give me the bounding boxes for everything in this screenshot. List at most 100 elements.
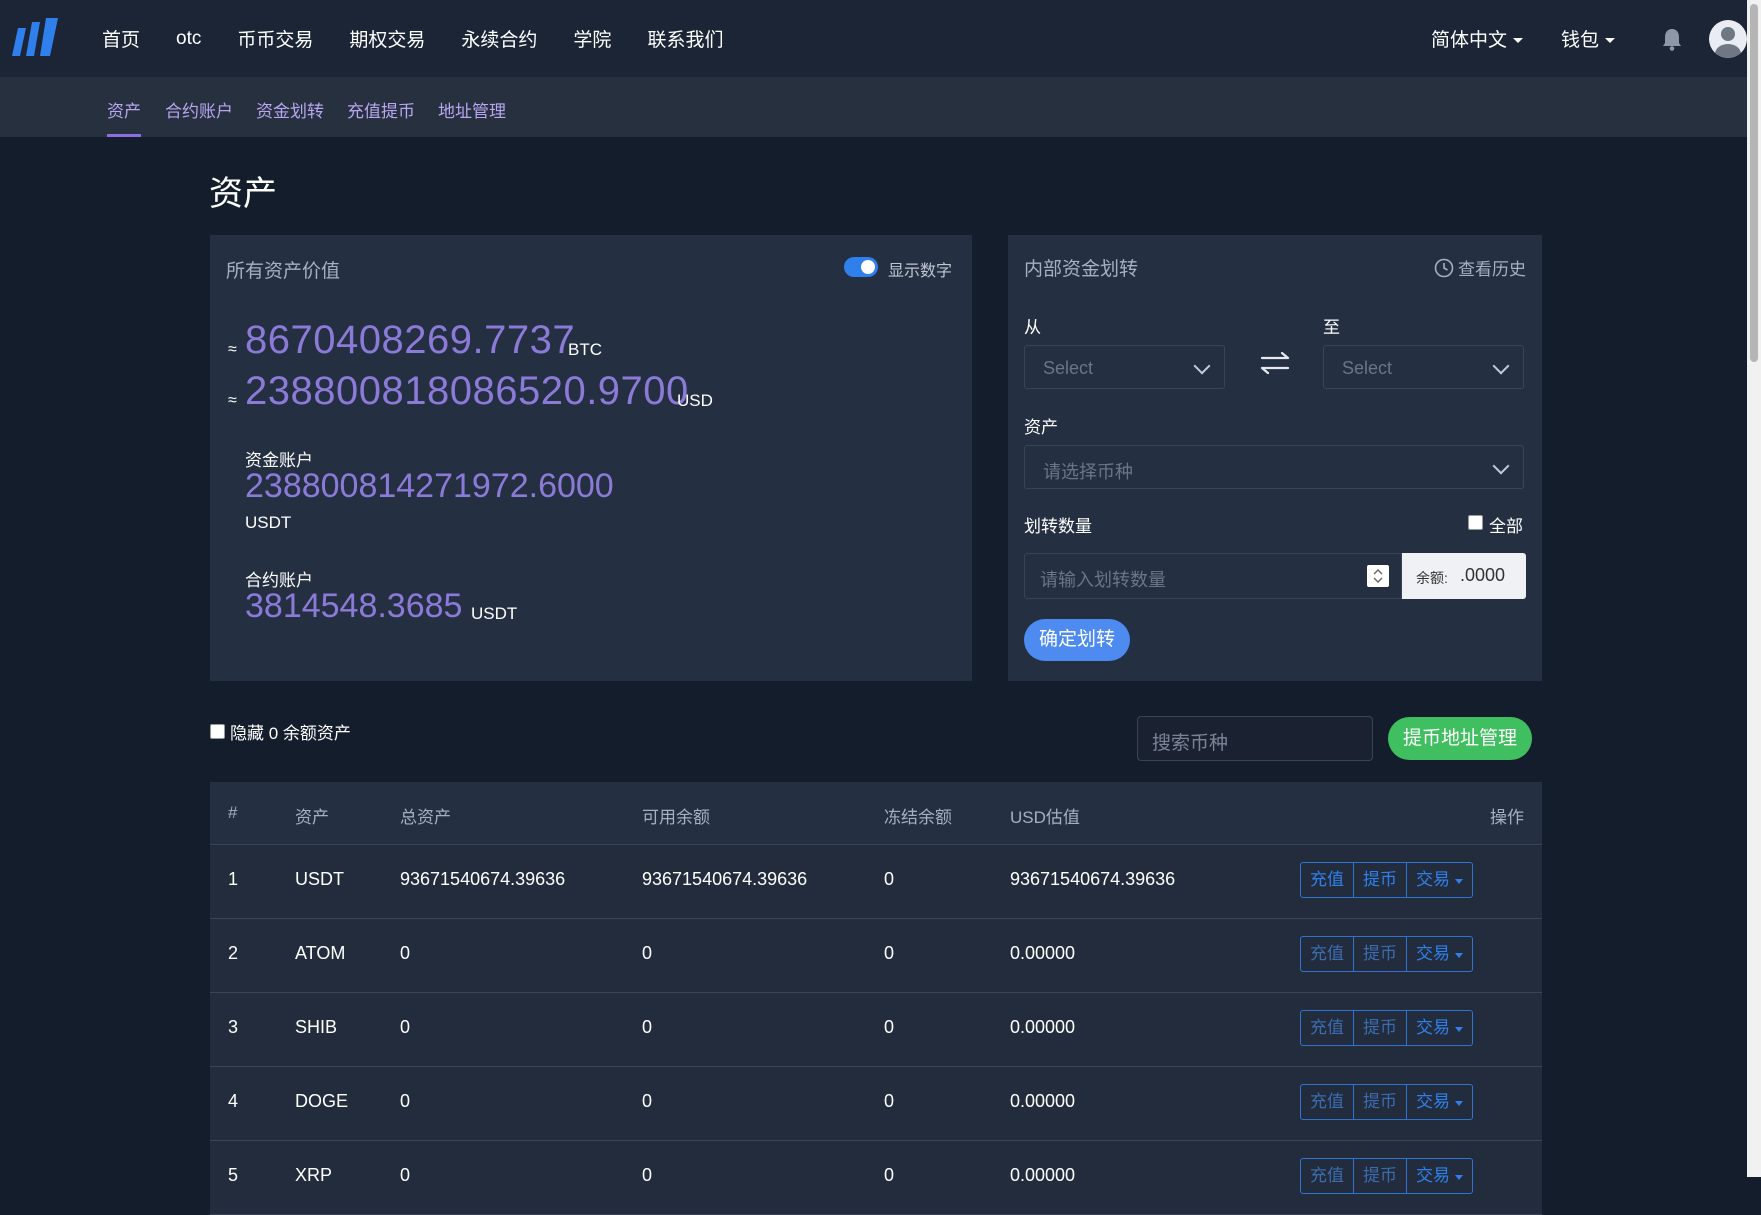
view-history-link[interactable]: 查看历史	[1434, 255, 1526, 280]
language-label: 简体中文	[1430, 30, 1507, 51]
row-actions: 充值 提币 交易	[1300, 1010, 1473, 1046]
approx-symbol: ≈	[228, 392, 237, 409]
row-index: 2	[228, 943, 239, 963]
deposit-button[interactable]: 充值	[1300, 862, 1354, 898]
assets-panel-title: 所有资产价值	[226, 261, 341, 282]
contract-account-unit: USDT	[471, 604, 518, 623]
swap-arrows-icon[interactable]	[1258, 350, 1292, 376]
nav-perpetual[interactable]: 永续合约	[461, 25, 537, 52]
asset-select[interactable]: 请选择币种	[1024, 445, 1524, 489]
balance-label: 余额:	[1416, 570, 1448, 586]
trade-dropdown-button[interactable]: 交易	[1407, 862, 1473, 898]
trade-dropdown-button[interactable]: 交易	[1407, 936, 1473, 972]
internal-transfer-panel: 内部资金划转 查看历史 从 至 Select Select 资产 请选择币种 划…	[1008, 235, 1542, 681]
deposit-button[interactable]: 充值	[1300, 1010, 1354, 1046]
row-frozen: 0	[884, 943, 895, 963]
row-available: 93671540674.39636	[642, 869, 808, 889]
caret-down-icon	[1455, 953, 1463, 958]
row-available: 0	[642, 1017, 653, 1037]
row-index: 4	[228, 1091, 239, 1111]
table-row: 3 SHIB 0 0 0 0.00000 充值 提币 交易	[210, 993, 1542, 1067]
number-stepper-icon[interactable]	[1367, 565, 1389, 587]
row-usd: 0.00000	[1010, 1017, 1076, 1037]
avatar-icon[interactable]	[1709, 19, 1747, 58]
caret-down-icon	[1455, 1175, 1463, 1180]
row-index: 5	[228, 1165, 239, 1185]
row-asset: USDT	[295, 869, 344, 889]
row-asset: SHIB	[295, 1017, 338, 1037]
wallet-label: 钱包	[1560, 30, 1599, 51]
asset-label: 资产	[1024, 418, 1058, 437]
from-select-placeholder: Select	[1043, 358, 1094, 378]
logo-icon[interactable]	[12, 18, 58, 56]
withdraw-button[interactable]: 提币	[1354, 1084, 1407, 1120]
trade-dropdown-button[interactable]: 交易	[1407, 1084, 1473, 1120]
language-dropdown[interactable]: 简体中文	[1431, 25, 1523, 52]
deposit-button[interactable]: 充值	[1300, 1084, 1354, 1120]
assets-value-panel: 所有资产价值 显示数字 ≈ 8670408269.7737 BTC ≈ 2388…	[210, 235, 972, 681]
chevron-down-icon	[1193, 357, 1211, 375]
top-navbar: 首页 otc 币币交易 期权交易 永续合约 学院 联系我们 简体中文 钱包	[0, 0, 1761, 77]
row-available: 0	[642, 1165, 653, 1185]
wallet-dropdown[interactable]: 钱包	[1561, 25, 1615, 52]
row-frozen: 0	[884, 1165, 895, 1185]
nav-spot-trading[interactable]: 币币交易	[237, 25, 313, 52]
to-label: 至	[1323, 318, 1340, 337]
withdraw-button[interactable]: 提币	[1354, 1158, 1407, 1194]
row-actions: 充值 提币 交易	[1300, 936, 1473, 972]
usd-unit: USD	[677, 391, 713, 410]
trade-dropdown-button[interactable]: 交易	[1407, 1158, 1473, 1194]
scrollbar-thumb[interactable]	[1750, 4, 1758, 362]
header-actions: 操作	[1490, 808, 1524, 827]
hide-zero-checkbox[interactable]	[210, 724, 225, 739]
balance-display: 余额: .0000	[1402, 553, 1526, 599]
tab-assets[interactable]: 资产	[107, 97, 141, 122]
row-asset: XRP	[295, 1165, 333, 1185]
row-frozen: 0	[884, 869, 895, 889]
row-available: 0	[642, 943, 653, 963]
tab-fund-transfer[interactable]: 资金划转	[256, 97, 324, 122]
withdraw-address-management-button[interactable]: 提币地址管理	[1388, 717, 1532, 760]
caret-down-icon	[1512, 37, 1523, 43]
nav-contact[interactable]: 联系我们	[647, 25, 723, 52]
hide-zero-balance-filter[interactable]: 隐藏 0 余额资产	[210, 719, 351, 744]
assets-table: # 资产 总资产 可用余额 冻结余额 USD估值 操作 1 USDT 93671…	[210, 782, 1542, 1215]
usd-total-value: 238800818086520.9700	[245, 369, 689, 413]
withdraw-button[interactable]: 提币	[1354, 936, 1407, 972]
withdraw-button[interactable]: 提币	[1354, 1010, 1407, 1046]
nav-academy[interactable]: 学院	[573, 25, 611, 52]
coin-search-input[interactable]: 搜索币种	[1137, 716, 1373, 761]
fund-account-value: 238800814271972.6000	[245, 467, 614, 505]
chevron-down-icon	[1492, 357, 1510, 375]
from-account-select[interactable]: Select	[1024, 345, 1225, 389]
trade-dropdown-button[interactable]: 交易	[1407, 1010, 1473, 1046]
transfer-panel-title: 内部资金划转	[1024, 259, 1139, 280]
asset-select-placeholder: 请选择币种	[1043, 462, 1133, 482]
all-label: 全部	[1489, 517, 1523, 536]
tab-deposit-withdraw[interactable]: 充值提币	[347, 97, 415, 122]
trade-label: 交易	[1416, 1018, 1450, 1037]
clock-icon	[1434, 258, 1454, 277]
nav-options[interactable]: 期权交易	[349, 25, 425, 52]
all-checkbox[interactable]	[1468, 515, 1483, 530]
nav-otc[interactable]: otc	[176, 28, 201, 50]
table-row: 4 DOGE 0 0 0 0.00000 充值 提币 交易	[210, 1067, 1542, 1141]
deposit-button[interactable]: 充值	[1300, 1158, 1354, 1194]
table-row: 1 USDT 93671540674.39636 93671540674.396…	[210, 845, 1542, 919]
withdraw-button[interactable]: 提币	[1354, 862, 1407, 898]
tab-address-management[interactable]: 地址管理	[438, 97, 506, 122]
nav-home[interactable]: 首页	[102, 25, 140, 52]
page-scrollbar[interactable]	[1747, 0, 1761, 1177]
row-available: 0	[642, 1091, 653, 1111]
deposit-button[interactable]: 充值	[1300, 936, 1354, 972]
tab-contract-account[interactable]: 合约账户	[165, 97, 233, 122]
trade-label: 交易	[1416, 1092, 1450, 1111]
row-total: 0	[400, 1091, 411, 1111]
transfer-amount-input[interactable]: 请输入划转数量	[1024, 553, 1402, 599]
bell-icon[interactable]	[1661, 27, 1683, 51]
to-account-select[interactable]: Select	[1323, 345, 1524, 389]
confirm-transfer-button[interactable]: 确定划转	[1024, 619, 1130, 661]
show-numbers-toggle[interactable]	[844, 257, 878, 277]
row-total: 0	[400, 1165, 411, 1185]
table-header: # 资产 总资产 可用余额 冻结余额 USD估值 操作	[210, 782, 1542, 845]
